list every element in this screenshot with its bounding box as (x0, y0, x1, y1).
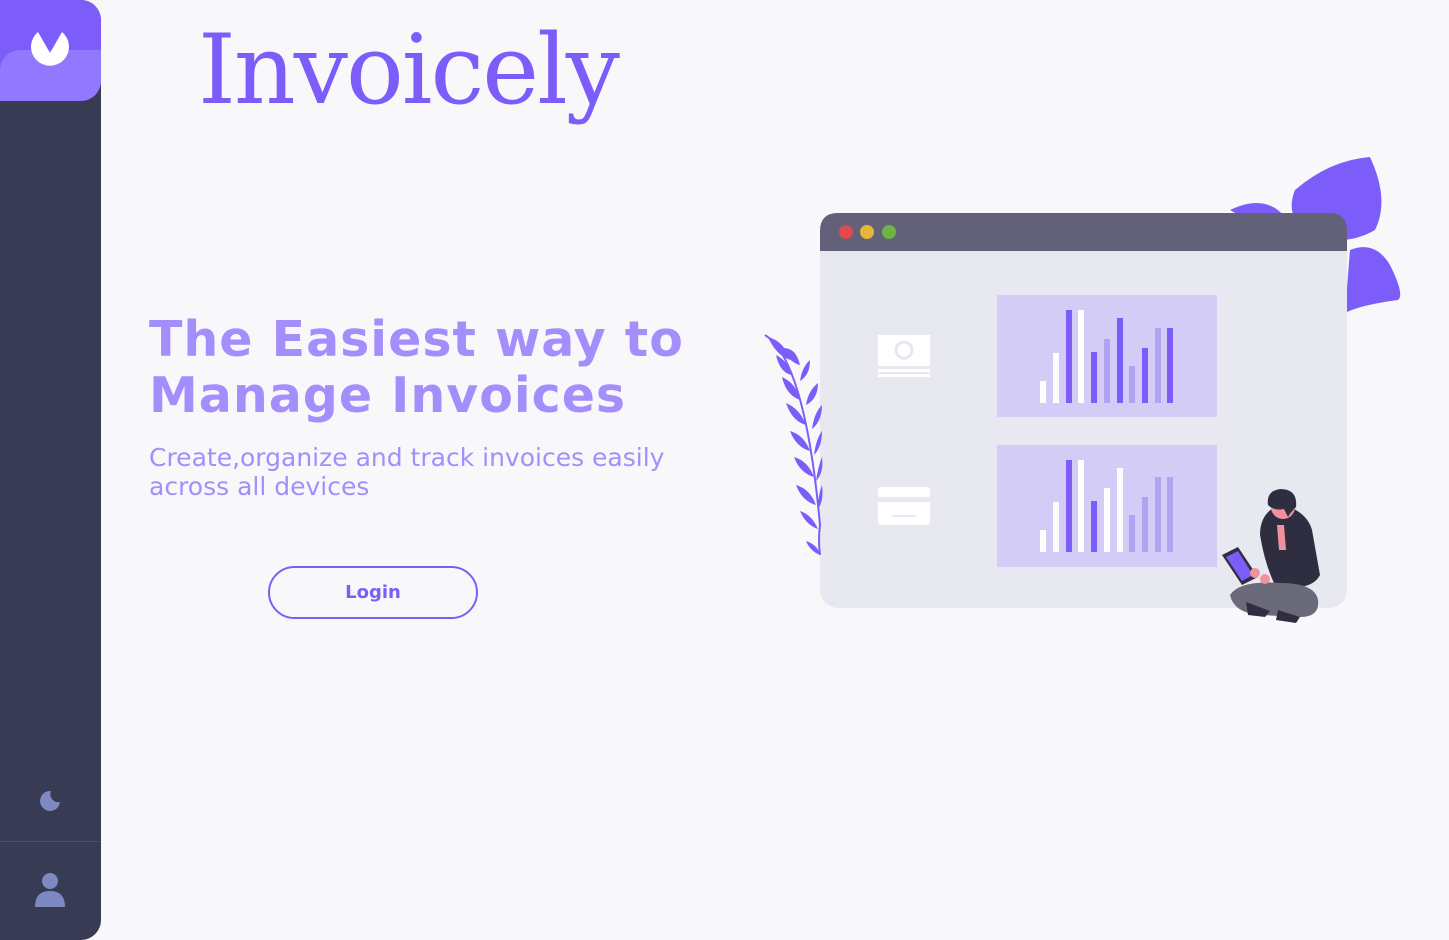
app-logo[interactable] (0, 0, 101, 101)
window-dot-red (839, 225, 853, 239)
theme-toggle-button[interactable] (38, 789, 62, 817)
browser-titlebar (820, 213, 1347, 251)
user-avatar[interactable] (33, 871, 67, 913)
fern-decoration (764, 334, 823, 556)
hero-headline-line-2: Manage Invoices (149, 367, 627, 424)
brand-title: Invoicely (198, 14, 620, 126)
hero-subtext: Create,organize and track invoices easil… (149, 443, 709, 501)
sidebar-divider (0, 841, 101, 842)
moon-icon (40, 790, 60, 811)
hero-headline: The Easiest way to Manage Invoices (149, 312, 709, 424)
login-button[interactable]: Login (268, 566, 478, 619)
user-avatar-icon (35, 873, 65, 907)
banknote-icon (878, 335, 930, 377)
app-logo-icon (31, 32, 70, 66)
window-dot-yellow (860, 225, 874, 239)
dashboard-illustration (764, 157, 1401, 623)
hero-subtext-line-2: across all devices (149, 472, 370, 501)
hero-subtext-line-1: Create,organize and track invoices easil… (149, 443, 665, 472)
hero-headline-line-1: The Easiest way to (149, 311, 684, 368)
credit-card-icon (878, 487, 930, 525)
sidebar (0, 0, 101, 940)
window-dot-green (882, 225, 896, 239)
